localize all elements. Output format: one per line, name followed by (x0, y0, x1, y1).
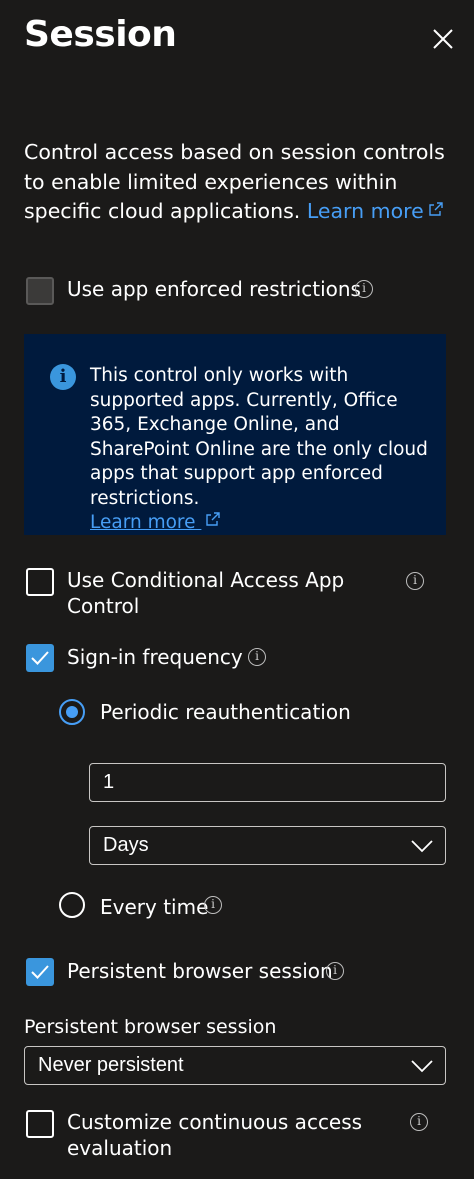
periodic-reauth-radio[interactable] (59, 699, 85, 725)
persistent-browser-field-label: Persistent browser session (24, 1016, 277, 1038)
info-icon[interactable]: i (326, 962, 344, 980)
persistent-browser-dropdown[interactable]: Never persistent (24, 1046, 446, 1085)
frequency-unit-dropdown[interactable]: Days (89, 826, 446, 865)
panel-title: Session (24, 14, 177, 55)
app-enforced-label: Use app enforced restrictions (67, 277, 361, 301)
conditional-access-label: Use Conditional Access App Control (67, 568, 345, 618)
persistent-browser-label: Persistent browser session (67, 959, 333, 983)
banner-learn-more-label: Learn more (90, 512, 196, 533)
external-link-icon (429, 202, 443, 216)
banner-text: This control only works with supported a… (90, 365, 428, 509)
info-icon[interactable]: i (406, 572, 424, 590)
info-icon: i (50, 364, 76, 390)
close-icon[interactable] (428, 24, 458, 54)
every-time-radio[interactable] (59, 892, 85, 918)
learn-more-label: Learn more (306, 199, 424, 223)
cae-label: Customize continuous access evaluation (67, 1110, 363, 1160)
frequency-value-text: 1 (103, 771, 115, 793)
cae-checkbox[interactable] (26, 1110, 54, 1138)
signin-frequency-checkbox[interactable] (26, 644, 54, 672)
frequency-value-input[interactable]: 1 (89, 763, 446, 802)
panel-description: Control access based on session controls… (24, 138, 454, 227)
signin-frequency-label: Sign-in frequency (67, 645, 243, 669)
periodic-reauth-label: Periodic reauthentication (100, 700, 351, 724)
conditional-access-checkbox[interactable] (26, 568, 54, 596)
learn-more-link[interactable]: Learn more (307, 199, 444, 223)
app-enforced-checkbox[interactable] (26, 277, 54, 305)
frequency-unit-text: Days (103, 834, 149, 856)
banner-learn-more-link[interactable]: Learn more (90, 512, 221, 533)
info-icon[interactable]: i (204, 896, 222, 914)
every-time-label: Every time (100, 895, 209, 919)
info-icon[interactable]: i (355, 280, 373, 298)
chevron-down-icon (411, 840, 433, 853)
external-link-icon (206, 512, 221, 526)
check-icon (31, 965, 49, 979)
check-icon (31, 651, 49, 665)
banner-text-block: This control only works with supported a… (90, 364, 430, 536)
persistent-browser-checkbox[interactable] (26, 958, 54, 986)
info-icon[interactable]: i (410, 1113, 428, 1131)
persistent-browser-selected: Never persistent (38, 1054, 184, 1076)
chevron-down-icon (411, 1060, 433, 1073)
info-icon[interactable]: i (248, 648, 266, 666)
